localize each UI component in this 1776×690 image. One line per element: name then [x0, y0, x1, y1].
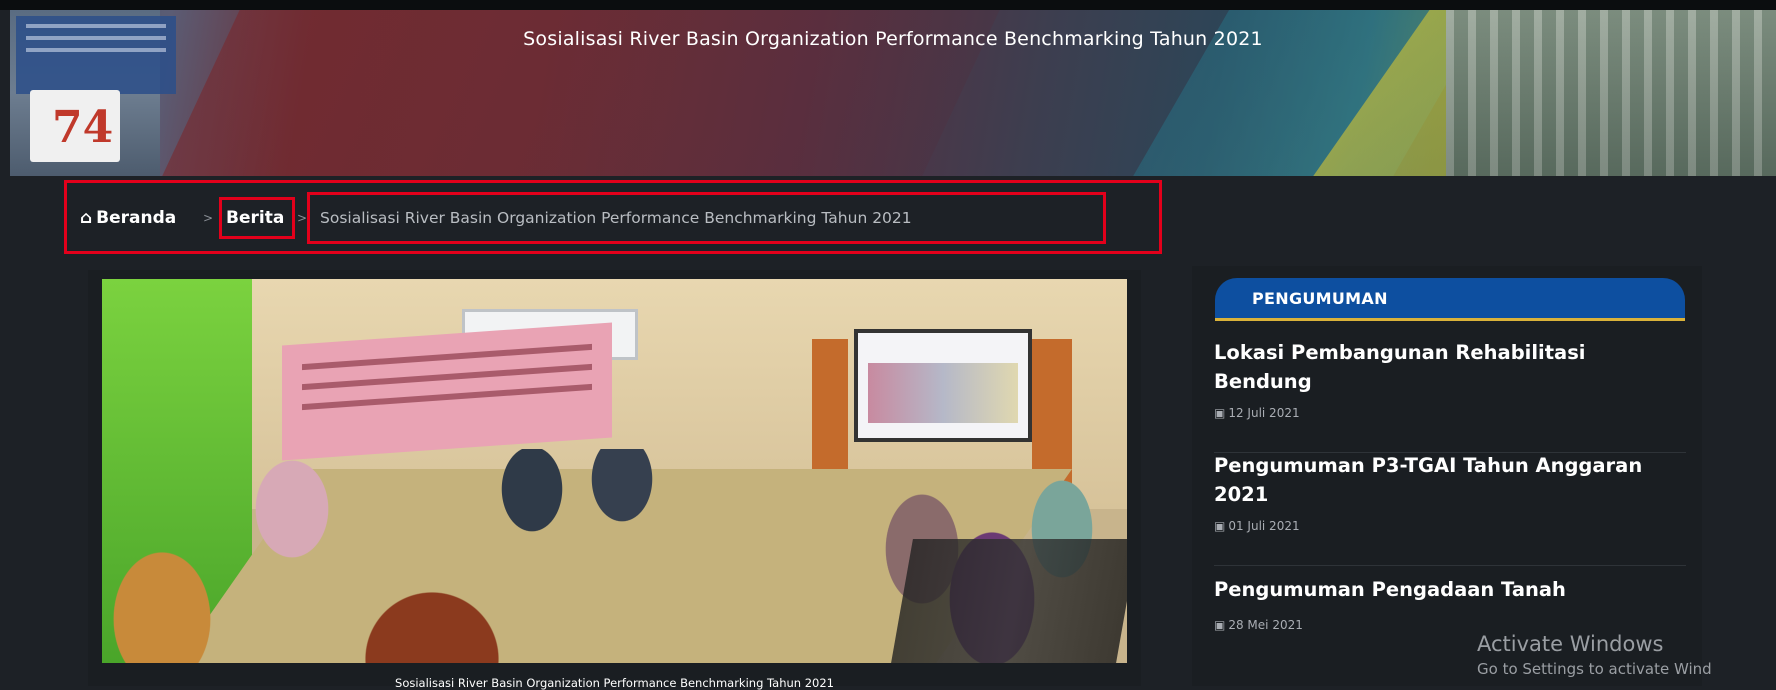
activation-watermark-subtitle: Go to Settings to activate Wind [1477, 660, 1712, 678]
announcement-title-link[interactable]: Pengumuman Pengadaan Tanah [1214, 575, 1686, 604]
article-photo[interactable] [102, 279, 1127, 663]
announcement-title-link[interactable]: Lokasi Pembangunan Rehabilitasi Bendung [1214, 338, 1686, 396]
announcement-date: ▣ 01 Juli 2021 [1214, 519, 1300, 533]
breadcrumb-separator: > [297, 211, 308, 225]
sidebar-title: PENGUMUMAN [1252, 289, 1388, 308]
anniversary-logo: 74 [30, 90, 120, 162]
announcement-item: Lokasi Pembangunan Rehabilitasi Bendung … [1214, 338, 1686, 420]
breadcrumb-section-link[interactable]: Berita [226, 208, 284, 228]
home-icon: ⌂ [80, 208, 93, 228]
announcement-date: ▣ 28 Mei 2021 [1214, 618, 1303, 632]
sidebar-header-underline [1215, 318, 1685, 321]
breadcrumb-separator: > [203, 211, 214, 225]
divider [1214, 565, 1686, 566]
top-frame [0, 0, 1776, 10]
announcement-date: ▣ 12 Juli 2021 [1214, 406, 1300, 420]
calendar-icon: ▣ [1214, 406, 1226, 420]
announcement-title-link[interactable]: Pengumuman P3-TGAI Tahun Anggaran 2021 [1214, 451, 1686, 509]
announcement-item: Pengumuman Pengadaan Tanah ▣ 28 Mei 2021 [1214, 575, 1686, 632]
page-title: Sosialisasi River Basin Organization Per… [523, 28, 1263, 50]
announcement-item: Pengumuman P3-TGAI Tahun Anggaran 2021 ▣… [1214, 451, 1686, 533]
calendar-icon: ▣ [1214, 618, 1226, 632]
activation-watermark-title: Activate Windows [1477, 632, 1664, 656]
breadcrumb-current: Sosialisasi River Basin Organization Per… [320, 209, 912, 227]
calendar-icon: ▣ [1214, 519, 1226, 533]
photo-caption: Sosialisasi River Basin Organization Per… [395, 676, 834, 690]
breadcrumb-home-link[interactable]: ⌂ Beranda [80, 208, 176, 228]
breadcrumb-home-label: Beranda [96, 208, 177, 228]
